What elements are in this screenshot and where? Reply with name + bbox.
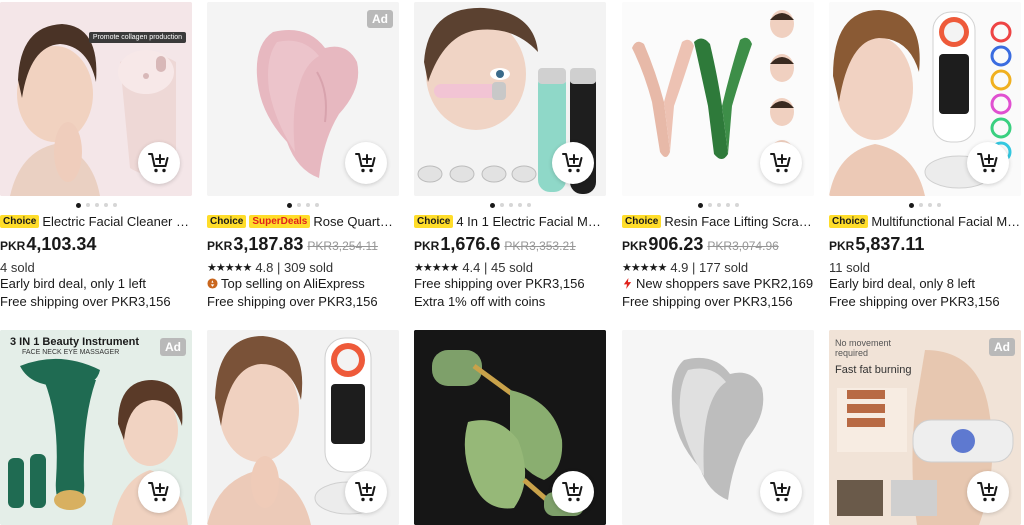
image-subcaption: Fast fat burning — [835, 364, 912, 376]
add-to-cart-button[interactable] — [138, 471, 180, 513]
top-selling-icon — [207, 278, 218, 289]
jade-roller-image[interactable] — [414, 330, 606, 525]
shipping-text: Free shipping over PKR3,156 — [829, 294, 1000, 309]
superdeals-badge: SuperDeals — [249, 214, 311, 228]
add-to-cart-icon — [562, 482, 583, 502]
add-to-cart-icon — [977, 153, 998, 173]
add-to-cart-button[interactable] — [760, 471, 802, 513]
promo-text: Top selling on AliExpress — [207, 276, 399, 294]
product-title[interactable]: Choice Resin Face Lifting Scrapi... — [622, 212, 814, 230]
product-grid: Promote collagen production Choice Elect… — [0, 0, 1024, 525]
sold-count: 11 sold — [829, 259, 870, 275]
product-card[interactable]: Ad Choice SuperDeals Rose Quartz G... PK… — [207, 2, 399, 312]
image-caption: No movement required — [835, 338, 892, 358]
promo-text: New shoppers save PKR2,169 — [622, 276, 814, 294]
shipping-text: Free shipping over PKR3,156 — [622, 294, 793, 309]
image-caption: Promote collagen production — [88, 32, 186, 43]
ad-tag: Ad — [160, 338, 186, 356]
add-to-cart-icon — [148, 153, 169, 173]
add-to-cart-button[interactable] — [345, 142, 387, 184]
add-to-cart-button[interactable] — [760, 142, 802, 184]
image-subcaption: FACE NECK EYE MASSAGER — [22, 349, 120, 356]
rose-quartz-gua-sha-image[interactable]: Ad — [207, 2, 399, 196]
rating-sold: ★★★★★ 4.8 | 309 sold — [207, 259, 334, 275]
fat-burning-belt-image[interactable]: No movement required Fast fat burning Ad — [829, 330, 1021, 525]
add-to-cart-icon — [562, 153, 583, 173]
choice-badge: Choice — [622, 214, 662, 228]
led-facial-device-image[interactable] — [207, 330, 399, 525]
product-card[interactable] — [207, 330, 399, 525]
promo-text: Early bird deal, only 1 left — [0, 276, 146, 291]
ad-tag: Ad — [989, 338, 1015, 356]
price: PKR 5,837.11 — [829, 234, 925, 254]
carousel-dots[interactable] — [622, 199, 814, 211]
shipping-text: Free shipping over PKR3,156 — [414, 276, 585, 291]
rating-sold: ★★★★★ 4.4 | 45 sold — [414, 259, 533, 275]
beauty-instrument-image[interactable]: 3 IN 1 Beauty Instrument FACE NECK EYE M… — [0, 330, 192, 525]
original-price: PKR3,074.96 — [707, 239, 779, 253]
add-to-cart-button[interactable] — [345, 471, 387, 513]
carousel-dots[interactable] — [414, 199, 606, 211]
price: PKR 3,187.83 PKR3,254.11 — [207, 234, 378, 254]
choice-badge: Choice — [0, 214, 40, 228]
steel-gua-sha-image[interactable] — [622, 330, 814, 525]
add-to-cart-icon — [355, 482, 376, 502]
add-to-cart-icon — [770, 482, 791, 502]
add-to-cart-button[interactable] — [138, 142, 180, 184]
facial-beauty-device-image[interactable] — [829, 2, 1021, 196]
price: PKR 4,103.34 — [0, 234, 97, 254]
product-card[interactable]: 3 IN 1 Beauty Instrument FACE NECK EYE M… — [0, 330, 192, 525]
shipping-text: Free shipping over PKR3,156 — [207, 294, 378, 309]
choice-badge: Choice — [207, 214, 247, 228]
choice-badge: Choice — [414, 214, 454, 228]
product-card[interactable]: Promote collagen production Choice Elect… — [0, 2, 192, 312]
product-card[interactable] — [622, 330, 814, 525]
carousel-dots[interactable] — [0, 199, 192, 211]
product-card[interactable] — [414, 330, 606, 525]
promo-text: Extra 1% off with coins — [414, 294, 546, 309]
price: PKR 1,676.6 PKR3,353.21 — [414, 234, 576, 254]
product-card[interactable]: No movement required Fast fat burning Ad — [829, 330, 1021, 525]
star-rating-icon: ★★★★★ — [207, 261, 252, 274]
facial-massager-image[interactable] — [414, 2, 606, 196]
rating-sold: ★★★★★ 4.9 | 177 sold — [622, 259, 749, 275]
add-to-cart-button[interactable] — [552, 142, 594, 184]
original-price: PKR3,353.21 — [504, 239, 576, 253]
product-title[interactable]: Choice Multifunctional Facial Ma... — [829, 212, 1021, 230]
facial-cleaner-image[interactable]: Promote collagen production — [0, 2, 192, 196]
product-card[interactable]: Choice Multifunctional Facial Ma... PKR … — [829, 2, 1021, 312]
face-lifting-roller-image[interactable] — [622, 2, 814, 196]
add-to-cart-icon — [148, 482, 169, 502]
sold-count: 4 sold — [0, 259, 35, 275]
product-card[interactable]: Choice Resin Face Lifting Scrapi... PKR … — [622, 2, 814, 312]
product-title[interactable]: Choice 4 In 1 Electric Facial Mas... — [414, 212, 606, 230]
image-caption: 3 IN 1 Beauty Instrument — [10, 336, 139, 348]
price: PKR 906.23 PKR3,074.96 — [622, 234, 779, 254]
add-to-cart-icon — [770, 153, 791, 173]
product-title[interactable]: Choice Electric Facial Cleaner Sil... — [0, 212, 192, 230]
star-rating-icon: ★★★★★ — [414, 261, 459, 274]
original-price: PKR3,254.11 — [307, 239, 378, 253]
add-to-cart-button[interactable] — [967, 142, 1009, 184]
lightning-icon — [623, 278, 632, 289]
shipping-text: Free shipping over PKR3,156 — [0, 294, 171, 309]
star-rating-icon: ★★★★★ — [622, 261, 667, 274]
carousel-dots[interactable] — [207, 199, 399, 211]
add-to-cart-icon — [977, 482, 998, 502]
add-to-cart-icon — [355, 153, 376, 173]
add-to-cart-button[interactable] — [967, 471, 1009, 513]
product-card[interactable]: Choice 4 In 1 Electric Facial Mas... PKR… — [414, 2, 606, 312]
promo-text: Early bird deal, only 8 left — [829, 276, 975, 291]
carousel-dots[interactable] — [829, 199, 1021, 211]
ad-tag: Ad — [367, 10, 393, 28]
product-title[interactable]: Choice SuperDeals Rose Quartz G... — [207, 212, 399, 230]
add-to-cart-button[interactable] — [552, 471, 594, 513]
choice-badge: Choice — [829, 214, 869, 228]
